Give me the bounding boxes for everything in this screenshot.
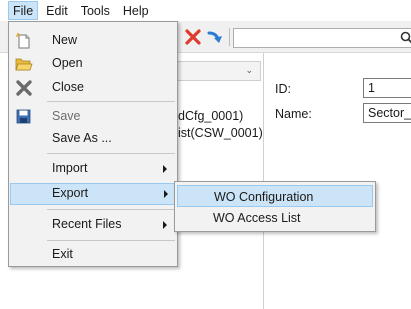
menu-item-recent-files-label: Recent Files — [52, 217, 122, 231]
menu-help[interactable]: Help — [118, 1, 154, 20]
toolbar-separator — [229, 28, 230, 46]
delete-icon[interactable] — [184, 28, 202, 46]
search-input[interactable] — [233, 28, 411, 48]
menu-item-import-label: Import — [52, 161, 88, 175]
submenu-item-wo-configuration-label: WO Configuration — [214, 190, 314, 204]
menu-item-save-as[interactable]: Save As ... — [10, 128, 177, 150]
menu-separator — [47, 240, 175, 241]
menu-item-exit-label: Exit — [52, 247, 73, 261]
export-arrow-icon[interactable] — [206, 27, 226, 47]
menu-item-import[interactable]: Import — [10, 158, 177, 180]
view-selector[interactable]: ⌄ — [176, 61, 261, 81]
submenu-item-wo-access-list-label: WO Access List — [213, 211, 301, 225]
close-icon — [16, 80, 32, 96]
menu-item-new[interactable]: New — [10, 30, 177, 52]
menu-item-save-as-label: Save As ... — [52, 131, 112, 145]
id-field[interactable]: 1 — [363, 78, 411, 98]
tree-item-access-list[interactable]: ist(CSW_0001) — [178, 126, 263, 140]
menu-item-recent-files[interactable]: Recent Files — [10, 214, 177, 236]
save-disk-icon — [16, 109, 31, 124]
submenu-arrow-icon — [164, 190, 168, 198]
open-folder-icon — [15, 58, 33, 71]
menu-item-new-label: New — [52, 33, 78, 47]
menu-item-open[interactable]: Open — [10, 53, 177, 75]
menu-item-open-label: Open — [52, 56, 83, 70]
menu-separator — [47, 209, 175, 210]
menu-tools[interactable]: Tools — [76, 1, 115, 20]
menu-separator — [47, 101, 175, 102]
menu-item-exit[interactable]: Exit — [10, 244, 177, 266]
menu-item-export[interactable]: Export — [10, 183, 177, 205]
chevron-down-icon: ⌄ — [245, 65, 253, 75]
menu-item-save-label: Save — [52, 109, 81, 123]
submenu-item-wo-access-list[interactable]: WO Access List — [177, 208, 373, 230]
menu-tools-label: Tools — [80, 3, 110, 18]
menu-separator — [47, 153, 175, 154]
new-file-icon — [16, 32, 30, 49]
menu-file-label: File — [13, 3, 34, 18]
export-submenu: WO Configuration WO Access List — [174, 181, 376, 232]
name-field[interactable]: Sector_1 — [363, 103, 411, 123]
name-label: Name: — [275, 107, 312, 121]
menu-item-close[interactable]: Close — [10, 77, 177, 99]
id-label: ID: — [275, 82, 291, 96]
tree-item-config[interactable]: dCfg_0001) — [178, 109, 243, 123]
menu-item-close-label: Close — [52, 80, 84, 94]
submenu-item-wo-configuration[interactable]: WO Configuration — [177, 185, 373, 207]
menu-bar: File Edit Tools Help — [0, 0, 411, 21]
menu-edit-label: Edit — [46, 3, 68, 18]
menu-help-label: Help — [122, 3, 149, 18]
menu-edit[interactable]: Edit — [41, 1, 73, 20]
submenu-arrow-icon — [163, 165, 167, 173]
menu-item-save[interactable]: Save — [10, 106, 177, 128]
menu-file[interactable]: File — [8, 1, 39, 20]
menu-item-export-label: Export — [52, 186, 89, 200]
search-icon[interactable] — [400, 31, 411, 45]
file-menu: New Open Close Save Save As ... Import E… — [8, 21, 178, 267]
submenu-arrow-icon — [163, 221, 167, 229]
